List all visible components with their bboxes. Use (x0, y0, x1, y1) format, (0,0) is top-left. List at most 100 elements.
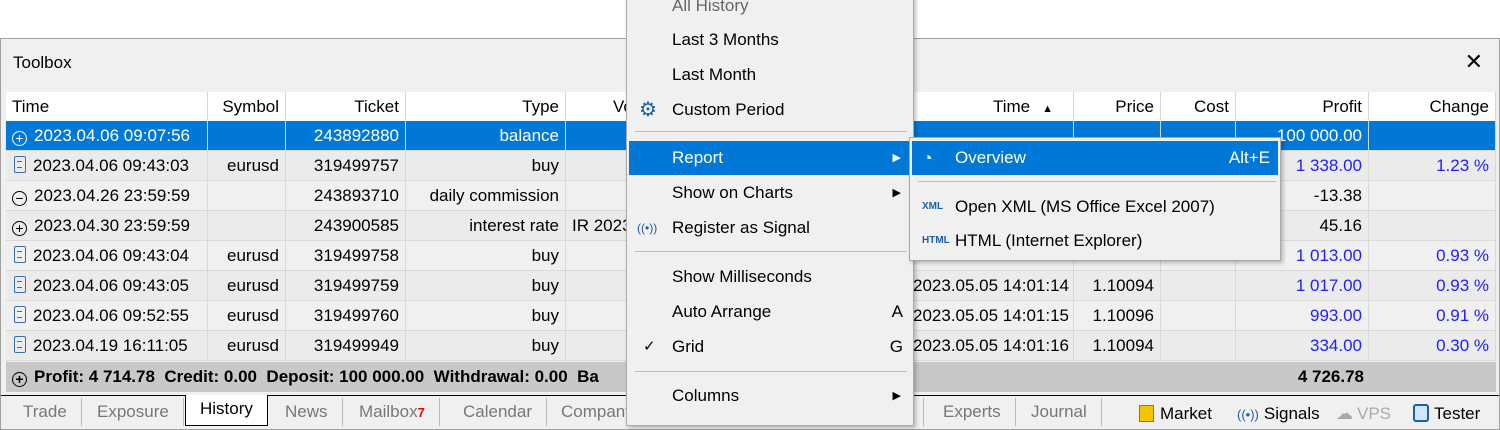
menu-all-history[interactable]: All History (629, 0, 911, 23)
label: Register as Signal (672, 218, 810, 237)
column-header[interactable]: Price (1074, 92, 1161, 122)
separator (918, 181, 1276, 182)
menu-auto-arrange[interactable]: Auto Arrange A (629, 295, 911, 329)
menu-grid[interactable]: ✓ Grid G (629, 330, 911, 364)
tab-history[interactable]: History (185, 395, 268, 426)
cell-change: 0.91 % (1369, 301, 1496, 331)
cell-text: 0.93 % (1436, 276, 1489, 295)
column-header[interactable]: Symbol (208, 92, 286, 122)
tab-experts[interactable]: Experts (929, 398, 1016, 426)
document-icon (14, 246, 26, 263)
cell-text: interest rate (469, 216, 559, 235)
menu-custom-period[interactable]: ⚙ Custom Period (629, 93, 911, 127)
cell-ticket: 319499757 (286, 151, 406, 181)
menu-show-milliseconds[interactable]: Show Milliseconds (629, 260, 911, 294)
cell-text: 2023.04.30 23:59:59 (34, 216, 190, 235)
tab-journal[interactable]: Journal (1017, 398, 1102, 426)
vps-label: VPS (1357, 404, 1392, 423)
cell-text: 45.16 (1319, 216, 1362, 235)
label: Report (672, 148, 724, 167)
column-label: Price (1115, 97, 1154, 116)
checkmark-icon: ✓ (643, 338, 656, 355)
column-header[interactable]: Change (1369, 92, 1496, 122)
column-header[interactable]: Type (406, 92, 566, 122)
cell-ticket: 319499759 (286, 271, 406, 301)
column-header[interactable]: Profit (1236, 92, 1369, 122)
tab-exposure[interactable]: Exposure (83, 398, 184, 426)
separator (635, 251, 907, 252)
tab-label: Calendar (463, 402, 532, 421)
menu-last-3-months[interactable]: Last 3 Months (629, 23, 911, 57)
tab-market[interactable]: Market (1139, 401, 1212, 427)
submenu-open-xml[interactable]: XML Open XML (MS Office Excel 2007) (912, 190, 1278, 224)
tab-mailbox[interactable]: Mailbox7 (345, 398, 440, 426)
shopping-bag-icon (1139, 405, 1154, 422)
column-header[interactable]: Cost (1161, 92, 1236, 122)
cell-profit: 334.00 (1236, 331, 1369, 361)
separator (635, 131, 907, 132)
cell-text: 0.30 % (1436, 336, 1489, 355)
window-title: Toolbox (13, 53, 72, 72)
cell-text: 319499757 (313, 156, 399, 175)
cell-time: 2023.04.06 09:43:05 (6, 271, 208, 301)
cell-text: daily commission (429, 186, 559, 205)
column-label: Symbol (222, 97, 279, 116)
cell-time: −2023.04.26 23:59:59 (6, 181, 208, 211)
column-header[interactable]: Time ▲ (907, 92, 1074, 122)
cell-change: 0.93 % (1369, 241, 1496, 271)
cell-symbol (208, 121, 286, 151)
cell-text: 2023.04.06 09:43:03 (33, 156, 189, 175)
cell-symbol: eurusd (208, 241, 286, 271)
menu-last-month[interactable]: Last Month (629, 58, 911, 92)
column-label: Profit (1322, 97, 1362, 116)
label: HTML (Internet Explorer) (955, 231, 1143, 250)
cell-profit: 1 017.00 (1236, 271, 1369, 301)
cell-text: 2023.04.06 09:43:05 (33, 276, 189, 295)
cell-text: 2023.04.19 16:11:05 (33, 336, 188, 355)
cell-text: 1 017.00 (1295, 276, 1362, 295)
cell-change: 0.93 % (1369, 271, 1496, 301)
cell-time: +2023.04.30 23:59:59 (6, 211, 208, 241)
close-icon[interactable]: ✕ (1465, 49, 1483, 75)
cell-symbol: eurusd (208, 331, 286, 361)
tab-trade[interactable]: Trade (9, 398, 82, 426)
column-header[interactable]: Ticket (286, 92, 406, 122)
cell-ticket: 243893710 (286, 181, 406, 211)
label: Grid (672, 337, 705, 356)
minus-circle-icon: − (12, 191, 27, 206)
cell-text: 319499949 (313, 336, 399, 355)
column-header[interactable]: Time (6, 92, 208, 122)
cell-text: buy (531, 306, 559, 325)
cell-text: IR 2023 (572, 216, 632, 235)
submenu-arrow-icon: ▶ (892, 390, 901, 402)
submenu-html[interactable]: HTML HTML (Internet Explorer) (912, 224, 1278, 258)
cell-time2: 2023.05.05 14:01:15 (907, 301, 1074, 331)
cell-change: 0.30 % (1369, 331, 1496, 361)
label: Open XML (MS Office Excel 2007) (955, 197, 1215, 216)
cell-type: buy (406, 151, 566, 181)
menu-columns[interactable]: Columns ▶ (629, 379, 911, 413)
submenu-overview[interactable]: ◔ Overview Alt+E (912, 141, 1278, 175)
cell-type: buy (406, 331, 566, 361)
document-icon (14, 306, 26, 323)
cell-text: 993.00 (1310, 306, 1362, 325)
tab-label: Journal (1031, 402, 1087, 421)
menu-show-on-charts[interactable]: Show on Charts ▶ (629, 176, 911, 210)
cell-time: 2023.04.19 16:11:05 (6, 331, 208, 361)
cell-text: 243893710 (313, 186, 399, 205)
menu-register-signal[interactable]: ((•)) Register as Signal (629, 211, 911, 245)
tab-label: Trade (23, 402, 67, 421)
cell-text: 319499760 (313, 306, 399, 325)
summary-text: Profit: 4 714.78 Credit: 0.00 Deposit: 1… (34, 367, 599, 386)
cell-text: eurusd (227, 246, 279, 265)
tab-vps[interactable]: ☁ VPS (1336, 401, 1391, 427)
tab-signals[interactable]: ((•)) Signals (1237, 401, 1320, 427)
tab-calendar[interactable]: Calendar (449, 398, 547, 426)
tab-news[interactable]: News (271, 398, 343, 426)
market-label: Market (1160, 404, 1212, 423)
cell-text: 319499759 (313, 276, 399, 295)
tab-tester[interactable]: Tester (1413, 401, 1480, 427)
cell-text: eurusd (227, 156, 279, 175)
label: Columns (672, 386, 740, 405)
menu-report[interactable]: Report ▶ (629, 141, 911, 175)
